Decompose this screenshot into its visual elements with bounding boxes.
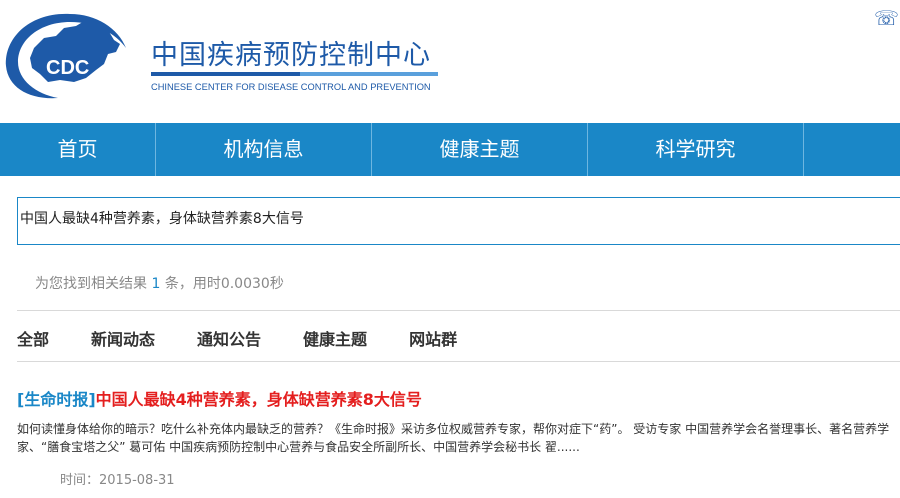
result-title: 中国人最缺4种营养素，身体缺营养素8大信号 (95, 390, 422, 409)
phone-icon[interactable]: ☏ (874, 6, 899, 30)
result-summary-suffix: 条，用时0.0030秒 (164, 276, 284, 292)
divider (17, 361, 900, 362)
search-box (17, 197, 900, 245)
category-tabs: 全部 新闻动态 通知公告 健康主题 网站群 (17, 326, 499, 350)
main-nav: 首页 机构信息 健康主题 科学研究 教育 (0, 123, 900, 176)
nav-item-home[interactable]: 首页 (0, 123, 156, 176)
site-header: CDC 中国疾病预防控制中心 CHINESE CENTER FOR DISEAS… (0, 0, 900, 123)
divider (17, 310, 900, 311)
tab-notices[interactable]: 通知公告 (197, 326, 261, 350)
tab-all[interactable]: 全部 (17, 326, 49, 350)
nav-item-education[interactable]: 教育 (804, 123, 900, 176)
tab-news[interactable]: 新闻动态 (91, 326, 155, 350)
search-input[interactable] (20, 210, 880, 226)
result-count: 1 (151, 276, 161, 292)
org-name-cn: 中国疾病预防控制中心 (151, 40, 431, 71)
nav-item-health-topics[interactable]: 健康主题 (372, 123, 588, 176)
result-time: 时间：2015-08-31 (60, 473, 175, 488)
result-summary-prefix: 为您找到相关结果 (35, 276, 147, 292)
result-snippet: 如何读懂身体给你的暗示？吃什么补充体内最缺乏的营养？《生命时报》采访多位权威营养… (17, 422, 890, 454)
title-underline-accent (300, 72, 438, 76)
result-title-link[interactable]: [生命时报]中国人最缺4种营养素，身体缺营养素8大信号 (17, 386, 422, 410)
result-summary: 为您找到相关结果 1 条，用时0.0030秒 (35, 273, 284, 293)
result-source: [生命时报] (17, 390, 96, 409)
nav-item-research[interactable]: 科学研究 (588, 123, 804, 176)
nav-item-organization[interactable]: 机构信息 (156, 123, 372, 176)
org-name-en: CHINESE CENTER FOR DISEASE CONTROL AND P… (151, 82, 431, 92)
cdc-logo[interactable]: CDC (0, 8, 140, 103)
tab-site-group[interactable]: 网站群 (409, 326, 457, 350)
tab-health-topics[interactable]: 健康主题 (303, 326, 367, 350)
svg-text:CDC: CDC (46, 57, 89, 79)
